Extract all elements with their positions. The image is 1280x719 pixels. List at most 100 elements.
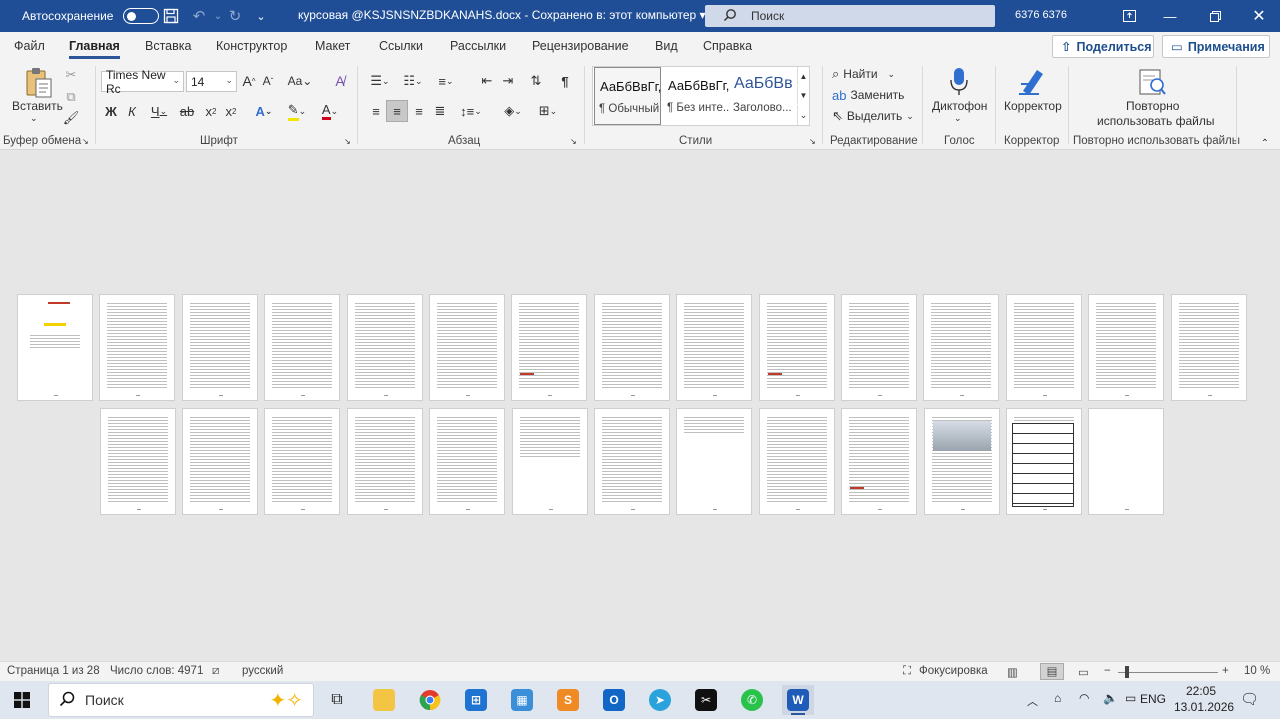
- text-effects-icon[interactable]: A ⌄: [250, 102, 278, 120]
- page-thumbnail[interactable]: [429, 408, 506, 515]
- align-center-icon[interactable]: ≡: [386, 100, 408, 122]
- tab-home[interactable]: Главная: [69, 39, 120, 59]
- minimize-icon[interactable]: ―: [1147, 0, 1193, 32]
- proofing-icon[interactable]: ⧄: [212, 665, 219, 678]
- page-thumbnail[interactable]: [17, 294, 93, 401]
- outlook-icon[interactable]: O: [598, 685, 630, 715]
- control-panel-icon[interactable]: ▦: [506, 685, 538, 715]
- tab-view[interactable]: Вид: [655, 39, 678, 53]
- align-left-icon[interactable]: ≡: [367, 102, 385, 120]
- page-thumbnail[interactable]: [264, 408, 341, 515]
- tab-references[interactable]: Ссылки: [379, 39, 423, 53]
- page-thumbnail[interactable]: [593, 294, 670, 401]
- style-normal[interactable]: АаБбВвГг, ¶ Обычный: [594, 67, 661, 125]
- tab-file[interactable]: Файл: [14, 39, 45, 53]
- paragraph-launcher-icon[interactable]: ↘: [570, 137, 577, 146]
- collapse-ribbon-icon[interactable]: ⌃: [1258, 137, 1272, 149]
- styles-scroll-up-icon[interactable]: ▲: [797, 67, 809, 85]
- paste-icon[interactable]: [18, 66, 58, 100]
- page-thumbnail[interactable]: [841, 294, 917, 401]
- page-thumbnail[interactable]: [593, 408, 670, 515]
- grow-font-icon[interactable]: A ^: [240, 72, 258, 90]
- page-thumbnail[interactable]: [181, 408, 258, 515]
- clock-time[interactable]: 22:05: [1186, 684, 1216, 698]
- zoom-level[interactable]: 10 %: [1244, 665, 1270, 677]
- language-indicator[interactable]: русский: [242, 665, 283, 677]
- cut-icon[interactable]: ✂: [62, 66, 80, 84]
- align-right-icon[interactable]: ≡: [410, 102, 428, 120]
- microphone-icon[interactable]: [944, 65, 974, 99]
- styles-more-icon[interactable]: ⌄: [797, 105, 809, 125]
- capcut-icon[interactable]: ✂: [690, 685, 722, 715]
- highlight-icon[interactable]: ✎ ⌄: [283, 102, 311, 121]
- font-name-select[interactable]: Times New Rc ⌄: [101, 68, 184, 96]
- page-indicator[interactable]: Страница 1 из 28: [7, 665, 100, 677]
- style-no-spacing[interactable]: АаБбВвГг, ¶ Без инте...: [663, 67, 730, 125]
- page-thumbnail[interactable]: [923, 294, 1000, 401]
- print-layout-icon[interactable]: ▤: [1040, 663, 1064, 680]
- paste-label[interactable]: Вставить: [12, 99, 63, 113]
- user-name[interactable]: 6376 6376: [1015, 9, 1067, 21]
- page-thumbnail[interactable]: [1088, 294, 1165, 401]
- strikethrough-icon[interactable]: ab: [178, 102, 196, 120]
- tray-chevron-icon[interactable]: ︿: [1027, 693, 1038, 709]
- bold-icon[interactable]: Ж: [103, 102, 119, 120]
- taskbar-search[interactable]: Поиск ✦✧: [48, 683, 314, 717]
- page-thumbnail[interactable]: [676, 294, 753, 401]
- numbering-icon[interactable]: ☷ ⌄: [398, 72, 428, 90]
- dictation-dropdown-icon[interactable]: ⌄: [954, 113, 962, 124]
- tab-design[interactable]: Конструктор: [216, 39, 287, 53]
- tab-insert[interactable]: Вставка: [145, 39, 191, 53]
- page-thumbnail[interactable]: [1170, 294, 1247, 401]
- bullets-icon[interactable]: ☰ ⌄: [365, 72, 395, 90]
- shrink-font-icon[interactable]: Aˇ: [259, 72, 277, 90]
- font-color-icon[interactable]: A ⌄: [316, 102, 344, 120]
- replace-button[interactable]: ab Заменить: [832, 86, 907, 104]
- format-painter-icon[interactable]: 🖌: [62, 109, 80, 127]
- page-thumbnail[interactable]: [346, 294, 423, 401]
- document-canvas[interactable]: [0, 151, 1280, 661]
- sort-icon[interactable]: ⇅: [527, 72, 545, 90]
- word-count[interactable]: Число слов: 4971: [110, 665, 203, 677]
- page-thumbnail[interactable]: [1005, 408, 1082, 515]
- page-thumbnail[interactable]: [758, 294, 835, 401]
- clipboard-launcher-icon[interactable]: ↘: [82, 137, 89, 146]
- search-box[interactable]: Поиск: [705, 5, 995, 27]
- editor-label[interactable]: Корректор: [1004, 99, 1062, 113]
- superscript-icon[interactable]: x2: [222, 102, 240, 120]
- find-button[interactable]: ⌕ Найти ⌄: [832, 65, 907, 83]
- page-thumbnail[interactable]: [758, 408, 835, 515]
- page-thumbnail[interactable]: [99, 408, 176, 515]
- line-spacing-icon[interactable]: ↕≡ ⌄: [456, 102, 486, 120]
- page-thumbnail[interactable]: [346, 408, 423, 515]
- page-thumbnail[interactable]: [264, 294, 341, 401]
- font-launcher-icon[interactable]: ↘: [344, 137, 351, 146]
- change-case-icon[interactable]: Aa⌄: [282, 72, 318, 90]
- tab-help[interactable]: Справка: [703, 39, 752, 53]
- share-button[interactable]: ⇧ Поделиться: [1052, 35, 1154, 58]
- redo-icon[interactable]: ↻: [224, 5, 246, 27]
- network-icon[interactable]: ⌂: [1054, 691, 1061, 705]
- page-thumbnail[interactable]: [1005, 294, 1082, 401]
- decrease-indent-icon[interactable]: ⇤: [478, 72, 496, 90]
- word-icon[interactable]: W: [782, 685, 814, 715]
- paste-dropdown-icon[interactable]: ⌄: [30, 113, 38, 124]
- comments-button[interactable]: ▭ Примечания: [1162, 35, 1270, 58]
- focus-icon[interactable]: ⛶: [903, 665, 911, 678]
- web-layout-icon[interactable]: ▭: [1078, 665, 1089, 679]
- page-thumbnail[interactable]: [1088, 408, 1165, 515]
- save-icon[interactable]: [160, 5, 182, 27]
- style-heading[interactable]: АаБбВв Заголово...: [729, 67, 796, 125]
- dictation-label[interactable]: Диктофон: [932, 99, 987, 113]
- task-view-icon[interactable]: ⧉: [321, 685, 353, 715]
- zoom-slider[interactable]: [1118, 672, 1218, 673]
- read-mode-icon[interactable]: ▥: [1007, 665, 1018, 679]
- volume-icon[interactable]: 🔈: [1103, 691, 1118, 705]
- battery-icon[interactable]: ▭: [1125, 691, 1136, 705]
- reuse-files-icon[interactable]: [1135, 65, 1169, 99]
- page-thumbnail[interactable]: [511, 408, 588, 515]
- language-indicator[interactable]: ENG: [1140, 692, 1166, 706]
- clock-date[interactable]: 13.01.2026: [1174, 700, 1234, 714]
- store-icon[interactable]: ⊞: [460, 685, 492, 715]
- subscript-icon[interactable]: x2: [202, 102, 220, 120]
